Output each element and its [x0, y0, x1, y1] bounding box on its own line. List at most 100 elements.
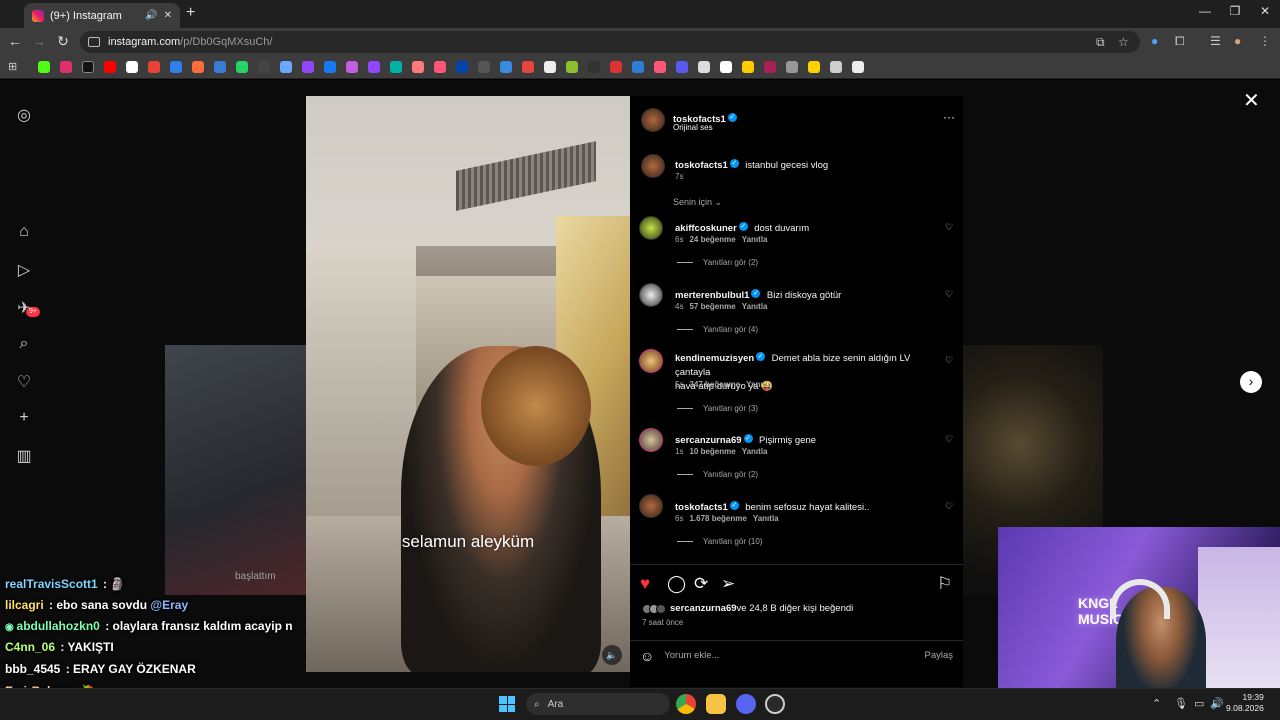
forward-button[interactable]: → — [30, 33, 48, 49]
browser-menu-icon[interactable]: ⋮ — [1259, 34, 1271, 48]
profile-avatar-icon[interactable]: ● — [1234, 34, 1241, 48]
taskbar-search[interactable]: ⌕ Ara — [526, 693, 670, 715]
bookmark-23-icon[interactable] — [698, 61, 710, 73]
bookmark-16-icon[interactable] — [544, 61, 556, 73]
tray-chevron-icon[interactable]: ⌃ — [1152, 697, 1161, 710]
extension-shield-icon[interactable]: ● — [1151, 34, 1158, 48]
share-icon[interactable]: ⟳ — [694, 574, 708, 594]
taskbar-clock[interactable]: 19:39 9.08.2026 — [1226, 692, 1264, 714]
bookmark-26-icon[interactable] — [764, 61, 776, 73]
bookmark-19-icon[interactable] — [610, 61, 622, 73]
comment-username[interactable]: akiffcoskuner — [675, 223, 737, 234]
reload-button[interactable]: ↻ — [54, 33, 72, 50]
bookmark-20-icon[interactable] — [632, 61, 644, 73]
network-icon[interactable]: ▭ — [1194, 697, 1204, 710]
bookmark-youtube-icon[interactable] — [104, 61, 116, 73]
bookmark-kick-icon[interactable] — [38, 61, 50, 73]
author-avatar[interactable] — [641, 108, 665, 132]
back-button[interactable]: ← — [6, 33, 24, 49]
audio-label[interactable]: Orijinal ses — [673, 123, 713, 132]
bookmark-24-icon[interactable] — [720, 61, 732, 73]
bookmark-5-icon[interactable] — [258, 61, 270, 73]
comment-like-icon[interactable]: ♡ — [945, 222, 953, 233]
new-tab-button[interactable]: + — [186, 4, 195, 22]
bookmark-30-icon[interactable] — [852, 61, 864, 73]
bookmark-15-icon[interactable] — [522, 61, 534, 73]
search-icon[interactable]: ⌕ — [14, 335, 34, 355]
bookmark-14-icon[interactable] — [500, 61, 512, 73]
comment-like-icon[interactable]: ♡ — [945, 355, 953, 366]
bookmark-x-icon[interactable] — [82, 61, 94, 73]
comment-likes[interactable]: 347 beğenme — [689, 380, 740, 389]
heart-icon[interactable]: ♡ — [14, 372, 34, 392]
file-explorer-taskbar-icon[interactable] — [706, 694, 726, 714]
view-replies-button[interactable]: Yanıtları gör (10) — [677, 537, 762, 546]
bookmark-3-icon[interactable] — [214, 61, 226, 73]
home-icon[interactable]: ⌂ — [14, 223, 34, 243]
view-replies-button[interactable]: Yanıtları gör (3) — [677, 404, 758, 413]
comment-avatar[interactable] — [639, 494, 663, 518]
bookmark-12-icon[interactable] — [456, 61, 468, 73]
comment-input[interactable]: Yorum ekle... — [664, 650, 924, 661]
maximize-button[interactable]: ❐ — [1220, 4, 1250, 18]
start-button[interactable] — [499, 696, 515, 712]
caption-username[interactable]: toskofacts1 — [675, 160, 728, 171]
bookmark-18-icon[interactable] — [588, 61, 600, 73]
create-icon[interactable]: + — [14, 409, 34, 429]
minimize-button[interactable]: — — [1190, 4, 1220, 18]
bookmark-4-icon[interactable] — [236, 61, 248, 73]
comment-icon[interactable]: ◯ — [667, 574, 686, 594]
apps-grid-icon[interactable]: ⊞ — [8, 60, 17, 73]
view-replies-button[interactable]: Yanıtları gör (4) — [677, 325, 758, 334]
send-icon[interactable]: ➢ — [721, 574, 735, 594]
tab-audio-icon[interactable]: 🔊 — [145, 10, 157, 21]
reply-button[interactable]: Yanıtla — [753, 514, 779, 523]
bookmark-21-icon[interactable] — [654, 61, 666, 73]
bookmark-7-icon[interactable] — [302, 61, 314, 73]
bookmark-instagram-icon[interactable] — [60, 61, 72, 73]
comment-username[interactable]: merterenbulbul1 — [675, 290, 749, 301]
comment-like-icon[interactable]: ♡ — [945, 289, 953, 300]
comment-like-icon[interactable]: ♡ — [945, 434, 953, 445]
caption-avatar[interactable] — [641, 154, 665, 178]
extensions-puzzle-icon[interactable]: ⧠ — [1175, 34, 1185, 49]
instagram-icon[interactable]: ◎ — [14, 105, 34, 125]
tab-instagram[interactable]: (9+) Instagram 🔊 ✕ — [24, 3, 180, 28]
comment-username[interactable]: sercanzurna69 — [675, 435, 742, 446]
discord-taskbar-icon[interactable] — [736, 694, 756, 714]
comment-likes[interactable]: 10 beğenme — [689, 447, 735, 456]
bookmark-twitch-icon[interactable] — [368, 61, 380, 73]
liked-by-user[interactable]: sercanzurna69 — [670, 603, 737, 614]
liked-by-rest[interactable]: ve 24,8 B diğer kişi beğendi — [737, 603, 854, 614]
bookmark-25-icon[interactable] — [742, 61, 754, 73]
bookmark-11-icon[interactable] — [434, 61, 446, 73]
microphone-icon[interactable]: 🎙 — [1174, 697, 1188, 710]
mute-icon[interactable]: 🔈 — [602, 645, 622, 665]
reels-icon[interactable]: ▷ — [14, 260, 34, 280]
comment-username[interactable]: kendinemuzisyen — [675, 353, 754, 364]
view-replies-button[interactable]: Yanıtları gör (2) — [677, 258, 758, 267]
comment-likes[interactable]: 57 beğenme — [689, 302, 735, 311]
bookmark-2-icon[interactable] — [192, 61, 204, 73]
app-taskbar-icon[interactable] — [765, 694, 785, 714]
close-icon[interactable]: ✕ — [1243, 88, 1260, 113]
emoji-icon[interactable]: ☺ — [640, 648, 654, 664]
bookmark-gmail-icon[interactable] — [148, 61, 160, 73]
bookmark-google-icon[interactable] — [126, 61, 138, 73]
bookmark-facebook-icon[interactable] — [324, 61, 336, 73]
bookmark-28-icon[interactable] — [808, 61, 820, 73]
volume-icon[interactable]: 🔊 — [1210, 697, 1224, 710]
more-options-icon[interactable]: ··· — [943, 110, 955, 124]
bookmark-9-icon[interactable] — [390, 61, 402, 73]
comment-avatar[interactable] — [639, 283, 663, 307]
bookmark-10-icon[interactable] — [412, 61, 424, 73]
bookmark-star-icon[interactable]: ☆ — [1118, 35, 1129, 49]
comment-username[interactable]: toskofacts1 — [675, 502, 728, 513]
comment-avatar[interactable] — [639, 216, 663, 240]
like-heart-icon[interactable]: ♥ — [640, 574, 650, 594]
sort-dropdown[interactable]: Senin için ⌄ — [673, 197, 722, 208]
reply-button[interactable]: Yanıtla — [742, 302, 768, 311]
comment-likes[interactable]: 1.678 beğenme — [689, 514, 746, 523]
insights-icon[interactable]: ▥ — [14, 446, 34, 466]
bookmark-icon[interactable]: ⚐ — [937, 574, 952, 594]
